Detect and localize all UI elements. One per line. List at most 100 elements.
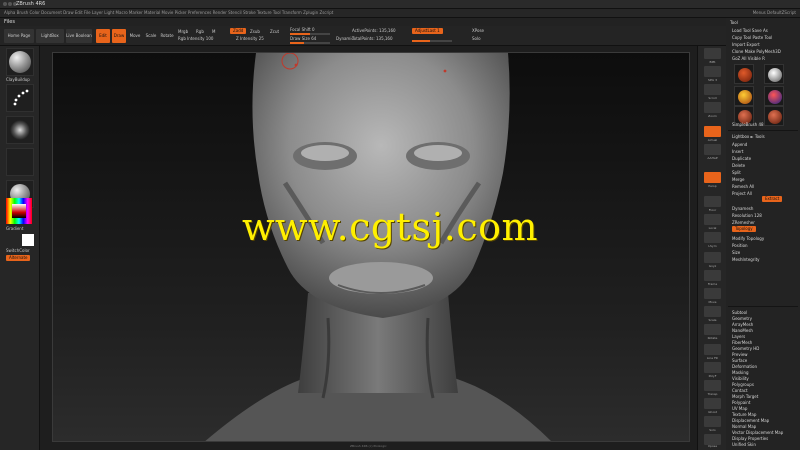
tool-item-10[interactable]: Masking [732, 370, 749, 375]
menu-items[interactable]: Alpha Brush Color Document Draw Edit Fil… [4, 10, 333, 15]
tool-item-15[interactable]: Polypaint [732, 400, 750, 405]
upper-item-4[interactable]: Split [732, 170, 741, 175]
tool-item-18[interactable]: Displacement Map [732, 418, 769, 423]
mrgb-toggle[interactable]: Mrgb [178, 29, 188, 34]
stroke-slot[interactable] [6, 84, 34, 112]
focal-shift-slider[interactable]: Focal Shift 0 [290, 27, 315, 32]
tool-item-20[interactable]: Vector Displacement Map [732, 430, 783, 435]
tool-item-16[interactable]: UV Map [732, 406, 747, 411]
tool-item-13[interactable]: Contact [732, 388, 748, 393]
rotate-view-button[interactable] [704, 324, 721, 335]
tool-thumb-brush[interactable] [734, 86, 754, 106]
tool-thumb-sphere[interactable] [764, 64, 784, 84]
tool-item-4[interactable]: Layers [732, 334, 745, 339]
tool-thumb-red-2[interactable] [764, 106, 784, 126]
menu-right-items[interactable]: Menus DefaultZScript [753, 10, 796, 15]
aahalf-button[interactable] [704, 144, 721, 155]
tool-thumb-mesh[interactable] [764, 86, 784, 106]
upper-item-5[interactable]: Merge [732, 177, 745, 182]
rgb-intensity-slider[interactable]: Rgb Intensity 100 [178, 36, 213, 41]
upper-item-10[interactable]: Resolution 128 [732, 213, 762, 218]
tool-item-7[interactable]: Preview [732, 352, 748, 357]
import-export-row[interactable]: Import Export [732, 42, 760, 47]
move-button[interactable]: Move [128, 29, 142, 43]
upper-item-12[interactable]: Topology [732, 226, 756, 232]
floor-button[interactable] [704, 196, 721, 207]
color-square[interactable] [12, 204, 26, 218]
goz-row[interactable]: GoZ All Visible R [732, 56, 765, 61]
viewport[interactable]: www.cgtsj.com ZBrush 4R6 (c) Pixologic [40, 46, 697, 450]
tool-item-12[interactable]: Polygroups [732, 382, 754, 387]
dynamic-toggle[interactable]: Dynamic [336, 36, 354, 41]
home-page-button[interactable]: Home Page [4, 29, 34, 43]
frame-button[interactable] [704, 270, 721, 281]
gxyz-button[interactable] [704, 252, 721, 263]
zcut-button[interactable]: Zcut [270, 29, 279, 34]
tool-thumb-current[interactable] [734, 64, 754, 84]
solo-view-button[interactable] [704, 416, 721, 427]
tool-item-21[interactable]: Display Properties [732, 436, 768, 441]
draw-size-track[interactable] [290, 42, 330, 44]
lightbox-tools-link[interactable]: Lightbox ► Tools [732, 134, 765, 139]
tool-item-6[interactable]: Geometry HD [732, 346, 759, 351]
lsym-button[interactable] [704, 232, 721, 243]
scale-view-button[interactable] [704, 306, 721, 317]
tool-item-3[interactable]: NanoMesh [732, 328, 753, 333]
rgb-toggle[interactable]: Rgb [196, 29, 204, 34]
clone-row[interactable]: Clone Make PolyMesh3D [732, 49, 781, 54]
tool-palette-title[interactable]: Tool [730, 20, 738, 25]
zadd-button[interactable]: Zadd [230, 28, 247, 34]
move-view-button[interactable] [704, 288, 721, 299]
upper-item-6[interactable]: Remesh All [732, 184, 754, 189]
adjust-last-track[interactable] [412, 40, 452, 42]
xpose-toggle[interactable]: XPose [472, 28, 484, 33]
rotate-button[interactable]: Rotate [160, 29, 174, 43]
upper-item-13[interactable]: Modify Topology [732, 236, 764, 241]
tool-item-9[interactable]: Deformation [732, 364, 757, 369]
upper-item-11[interactable]: ZRemesher [732, 220, 755, 225]
upper-item-2[interactable]: Duplicate [732, 156, 751, 161]
linefill-button[interactable] [704, 344, 721, 355]
alternate-button[interactable]: Alternate [6, 255, 31, 261]
switch-color-label[interactable]: SwitchColor [6, 248, 30, 253]
texture-slot[interactable] [6, 148, 34, 176]
polyf-button[interactable] [704, 362, 721, 373]
focal-shift-track[interactable] [290, 33, 330, 35]
copy-paste-tool-row[interactable]: Copy Tool Paste Tool [732, 35, 772, 40]
alpha-slot[interactable] [6, 116, 34, 144]
tool-item-14[interactable]: Morph Target [732, 394, 758, 399]
actual-button[interactable] [704, 126, 721, 137]
tool-item-11[interactable]: Visibility [732, 376, 749, 381]
transp-button[interactable] [704, 380, 721, 391]
zoom-button[interactable] [704, 102, 721, 113]
adjust-last-button[interactable]: AdjustLast 1 [412, 28, 443, 34]
draw-size-slider[interactable]: Draw Size 64 [290, 36, 316, 41]
local-button[interactable] [704, 214, 721, 225]
upper-item-14[interactable]: Position [732, 243, 748, 248]
color-picker[interactable] [6, 198, 36, 224]
files-label[interactable]: Files [4, 19, 15, 25]
tool-item-2[interactable]: ArrayMesh [732, 322, 753, 327]
load-save-tool-row[interactable]: Load Tool Save As [732, 28, 768, 33]
draw-button[interactable]: Draw [112, 29, 126, 43]
tool-item-5[interactable]: FiberMesh [732, 340, 752, 345]
zsub-button[interactable]: Zsub [250, 29, 260, 34]
brush-slot[interactable] [6, 48, 34, 76]
bpr-button[interactable] [704, 48, 721, 59]
upper-item-3[interactable]: Delete [732, 163, 745, 168]
secondary-color-swatch[interactable] [22, 234, 34, 246]
document-canvas[interactable]: www.cgtsj.com [52, 52, 690, 442]
tool-item-0[interactable]: Subtool [732, 310, 747, 315]
tool-item-19[interactable]: Normal Map [732, 424, 756, 429]
ghost-button[interactable] [704, 398, 721, 409]
upper-item-1[interactable]: Insert [732, 149, 743, 154]
solo-toggle[interactable]: Solo [472, 36, 481, 41]
upper-item-16[interactable]: MeshIntegrity [732, 257, 760, 262]
upper-item-15[interactable]: Size [732, 250, 740, 255]
lightbox-button[interactable]: LightBox [36, 29, 64, 43]
upper-item-0[interactable]: Append [732, 142, 747, 147]
live-boolean-button[interactable]: Live Boolean [66, 29, 92, 43]
upper-item-7[interactable]: Project All [732, 191, 752, 196]
scroll-button[interactable] [704, 84, 721, 95]
upper-item-8[interactable]: Extract [762, 196, 783, 202]
